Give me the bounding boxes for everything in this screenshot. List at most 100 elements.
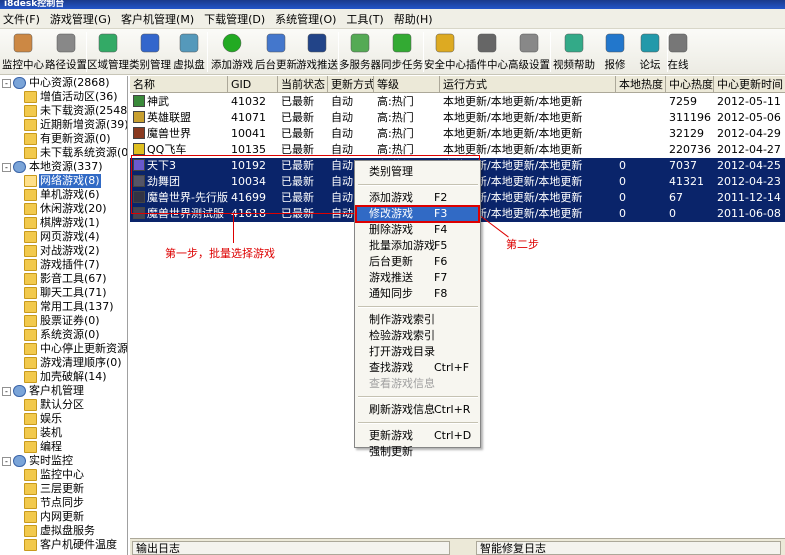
menu-item-6[interactable]: 帮助(H) xyxy=(391,11,440,27)
toolbar-button-14[interactable]: 报修 xyxy=(597,29,633,75)
context-menu-item-6[interactable]: 后台更新 F6 xyxy=(356,254,479,270)
tree-expander-22[interactable]: - xyxy=(2,386,11,396)
context-menu-item-7[interactable]: 游戏推送 F7 xyxy=(356,270,479,286)
column-header-0[interactable]: 名称 xyxy=(130,76,228,93)
context-menu-item-2[interactable]: 添加游戏 F2 xyxy=(356,190,479,206)
tree-node-1[interactable]: 增值活动区(36) xyxy=(24,90,119,104)
menu-item-1[interactable]: 游戏管理(G) xyxy=(47,11,118,27)
toolbar-button-4[interactable]: 虚拟盘 xyxy=(171,29,207,75)
toolbar-button-9[interactable]: 同步任务 xyxy=(381,29,423,75)
tree-expander-0[interactable]: - xyxy=(2,78,11,88)
tree-node-30[interactable]: 节点同步 xyxy=(24,496,85,510)
tree-node-32[interactable]: 虚拟盘服务 xyxy=(24,524,96,538)
tree-node-13[interactable]: 游戏插件(7) xyxy=(24,258,101,272)
tree-node-24[interactable]: 娱乐 xyxy=(24,412,63,426)
tree-node-15[interactable]: 聊天工具(71) xyxy=(24,286,108,300)
context-menu-item-4[interactable]: 删除游戏 F4 xyxy=(356,222,479,238)
toolbar-button-1[interactable]: 路径设置 xyxy=(45,29,87,75)
tree-node-6[interactable]: - 本地资源(337) xyxy=(2,160,104,174)
table-cell-3: 自动 xyxy=(331,143,353,156)
table-row[interactable]: 英雄联盟 41071 已最新 自动 高:热门 本地更新/本地更新/本地更新 311196 20… xyxy=(130,110,785,126)
toolbar-button-15[interactable]: 论坛 xyxy=(633,29,667,75)
toolbar-button-16[interactable]: 在线 xyxy=(668,29,689,75)
tree-node-20[interactable]: 游戏清理顺序(0) xyxy=(24,356,123,370)
context-menu-item-12[interactable]: 打开游戏目录 xyxy=(356,344,479,360)
toolbar-button-11[interactable]: 插件中心 xyxy=(466,29,508,75)
navigation-tree[interactable]: - 中心资源(2868) 增值活动区(36) 未下载资源(2548) 近期新增资源(39… xyxy=(0,76,128,555)
column-header-5[interactable]: 运行方式 xyxy=(440,76,616,93)
toolbar-button-7[interactable]: 游戏推送 xyxy=(296,29,338,75)
tree-expander-6[interactable]: - xyxy=(2,162,11,172)
tree-node-22[interactable]: - 客户机管理 xyxy=(2,384,85,398)
category-icon xyxy=(13,455,26,467)
menu-item-0[interactable]: 文件(F) xyxy=(0,11,47,27)
toolbar-button-2[interactable]: 区域管理 xyxy=(87,29,129,75)
tree-node-10[interactable]: 棋牌游戏(1) xyxy=(24,216,101,230)
tree-node-16[interactable]: 常用工具(137) xyxy=(24,300,115,314)
context-menu-item-11[interactable]: 检验游戏索引 xyxy=(356,328,479,344)
title-bar: i8desk控制台 xyxy=(0,0,785,9)
toolbar-button-12[interactable]: 高级设置 xyxy=(508,29,550,75)
toolbar-button-8[interactable]: 多服务器 xyxy=(339,29,381,75)
tree-node-17[interactable]: 股票证券(0) xyxy=(24,314,101,328)
column-header-7[interactable]: 中心热度 xyxy=(666,76,714,93)
tree-node-19[interactable]: 中心停止更新资源(0 xyxy=(24,342,127,356)
context-menu-item-0[interactable]: 类别管理 xyxy=(356,164,479,180)
column-header-8[interactable]: 中心更新时间 xyxy=(714,76,785,93)
table-row[interactable]: 神武 41032 已最新 自动 高:热门 本地更新/本地更新/本地更新 7259 2012-0… xyxy=(130,94,785,110)
column-header-2[interactable]: 当前状态 xyxy=(278,76,328,93)
tree-node-27[interactable]: - 实时监控 xyxy=(2,454,74,468)
context-menu-item-19[interactable]: 强制更新 xyxy=(356,444,479,460)
table-cell-1: 41032 xyxy=(231,95,266,108)
column-header-6[interactable]: 本地热度 xyxy=(616,76,666,93)
tree-node-label-31: 内网更新 xyxy=(40,510,84,523)
tree-node-2[interactable]: 未下载资源(2548) xyxy=(24,104,127,118)
menu-item-5[interactable]: 工具(T) xyxy=(343,11,390,27)
tree-node-21[interactable]: 加壳破解(14) xyxy=(24,370,108,384)
context-menu-item-13[interactable]: 查找游戏 Ctrl+F xyxy=(356,360,479,376)
menu-item-4[interactable]: 系统管理(O) xyxy=(272,11,343,27)
table-row[interactable]: 魔兽世界 10041 已最新 自动 高:热门 本地更新/本地更新/本地更新 32129 201… xyxy=(130,126,785,142)
column-header-1[interactable]: GID xyxy=(228,76,278,93)
repair-log-tab[interactable]: 智能修复日志 xyxy=(476,541,781,555)
toolbar-button-6[interactable]: 后台更新 xyxy=(255,29,297,75)
tree-node-12[interactable]: 对战游戏(2) xyxy=(24,244,101,258)
toolbar-button-13[interactable]: 视频帮助 xyxy=(551,29,597,75)
toolbar-button-5[interactable]: 添加游戏 xyxy=(208,29,256,75)
context-menu-item-18[interactable]: 更新游戏 Ctrl+D xyxy=(356,428,479,444)
context-menu-label: 检验游戏索引 xyxy=(369,329,435,342)
tree-node-23[interactable]: 默认分区 xyxy=(24,398,85,412)
tree-node-25[interactable]: 装机 xyxy=(24,426,63,440)
tree-node-18[interactable]: 系统资源(0) xyxy=(24,328,101,342)
tree-node-9[interactable]: 休闲游戏(20) xyxy=(24,202,108,216)
column-header-4[interactable]: 等级 xyxy=(374,76,440,93)
tree-node-3[interactable]: 近期新增资源(39) xyxy=(24,118,127,132)
output-log-tab[interactable]: 输出日志 xyxy=(132,541,450,555)
tree-node-31[interactable]: 内网更新 xyxy=(24,510,85,524)
toolbar-button-0[interactable]: 监控中心 xyxy=(0,29,46,75)
tree-node-28[interactable]: 监控中心 xyxy=(24,468,85,482)
tree-node-29[interactable]: 三层更新 xyxy=(24,482,85,496)
toolbar-button-3[interactable]: 类别管理 xyxy=(129,29,171,75)
tree-node-0[interactable]: - 中心资源(2868) xyxy=(2,76,111,90)
tree-node-8[interactable]: 单机游戏(6) xyxy=(24,188,101,202)
context-menu-item-5[interactable]: 批量添加游戏 F5 xyxy=(356,238,479,254)
tree-node-14[interactable]: 影音工具(67) xyxy=(24,272,108,286)
context-menu-item-10[interactable]: 制作游戏索引 xyxy=(356,312,479,328)
table-row[interactable]: QQ飞车 10135 已最新 自动 高:热门 本地更新/本地更新/本地更新 220736 20… xyxy=(130,142,785,158)
tree-node-5[interactable]: 未下载系统资源(0) xyxy=(24,146,127,160)
tree-node-4[interactable]: 有更新资源(0) xyxy=(24,132,112,146)
column-header-3[interactable]: 更新方式 xyxy=(328,76,374,93)
tree-expander-27[interactable]: - xyxy=(2,456,11,466)
menu-item-3[interactable]: 下载管理(D) xyxy=(201,11,272,27)
tree-node-33[interactable]: 客户机硬件温度 xyxy=(24,538,118,552)
menu-item-2[interactable]: 客户机管理(M) xyxy=(118,11,201,27)
context-menu-item-16[interactable]: 刷新游戏信息 Ctrl+R xyxy=(356,402,479,418)
context-menu-item-3[interactable]: 修改游戏 F3 xyxy=(355,205,480,223)
tree-node-26[interactable]: 编程 xyxy=(24,440,63,454)
context-menu-item-8[interactable]: 通知同步 F8 xyxy=(356,286,479,302)
tree-node-11[interactable]: 网页游戏(4) xyxy=(24,230,101,244)
tree-node-7[interactable]: 网络游戏(8) xyxy=(24,174,101,188)
toolbar-button-10[interactable]: 安全中心 xyxy=(424,29,466,75)
folder-icon xyxy=(24,203,37,215)
